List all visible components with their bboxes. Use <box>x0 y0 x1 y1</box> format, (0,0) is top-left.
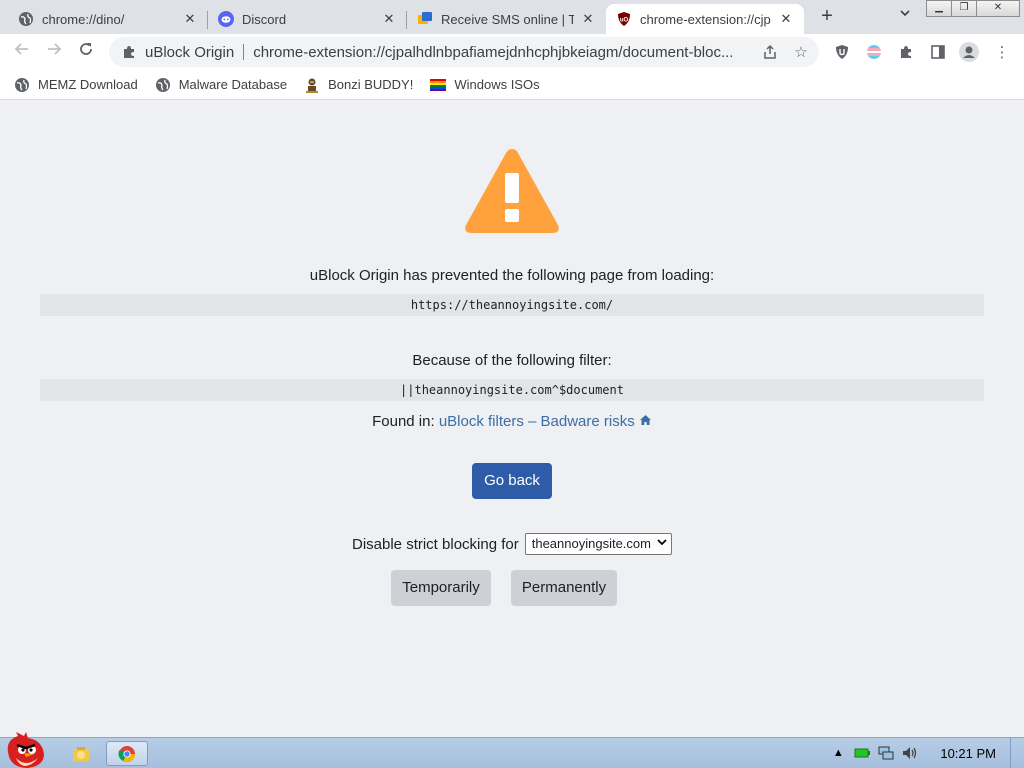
warning-triangle-icon <box>465 149 559 233</box>
tab-search-chevron-icon[interactable] <box>895 7 915 27</box>
tab-close-icon[interactable]: ✕ <box>778 11 794 27</box>
discord-icon <box>218 11 234 27</box>
disable-strict-label: Disable strict blocking for <box>352 535 519 553</box>
chrome-icon <box>118 745 136 762</box>
network-icon[interactable] <box>876 743 896 763</box>
file-explorer-icon[interactable] <box>70 741 92 766</box>
omnibox-divider <box>243 44 245 60</box>
strict-domain-selected: theannoyingsite.com <box>531 536 651 551</box>
tab-close-icon[interactable]: ✕ <box>182 11 198 27</box>
bookmark-label: MEMZ Download <box>38 77 138 92</box>
filter-value: ||theannoyingsite.com^$document <box>40 379 984 401</box>
svg-text:uO: uO <box>620 18 629 24</box>
tab-close-icon[interactable]: ✕ <box>381 11 397 27</box>
window-controls: ▁ ❐ ✕ <box>926 0 1020 17</box>
filter-heading: Because of the following filter: <box>412 352 612 369</box>
temporarily-button[interactable]: Temporarily <box>391 570 491 606</box>
tab-receive-sms[interactable]: Receive SMS online | Te ✕ <box>407 4 606 34</box>
blocked-url: https://theannoyingsite.com/ <box>40 294 984 316</box>
close-window-button[interactable]: ✕ <box>976 0 1020 17</box>
omnibox-url[interactable]: chrome-extension://cjpalhdlnbpafiamejdnh… <box>253 44 753 61</box>
show-hidden-icons-icon[interactable]: ▲ <box>828 743 848 763</box>
bookmark-label: Malware Database <box>178 77 288 92</box>
restore-button[interactable]: ❐ <box>951 0 977 17</box>
tab-dino[interactable]: chrome://dino/ ✕ <box>8 4 208 34</box>
chevron-down-icon <box>657 534 667 554</box>
battery-icon[interactable] <box>852 743 872 763</box>
new-tab-button[interactable]: + <box>815 5 839 29</box>
tab-strip: chrome://dino/ ✕ Discord ✕ Receive SMS o… <box>0 0 1024 34</box>
bookmarks-bar: MEMZ Download Malware Database Bonzi BUD… <box>0 70 1024 100</box>
tab-close-icon[interactable]: ✕ <box>580 11 596 27</box>
show-desktop-button[interactable] <box>1010 738 1024 768</box>
forward-button[interactable] <box>43 41 65 63</box>
sms-icon <box>417 11 433 27</box>
home-icon[interactable] <box>639 413 652 430</box>
share-icon[interactable] <box>761 44 779 62</box>
profile-avatar-icon[interactable] <box>959 42 979 62</box>
puzzle-icon <box>121 44 137 60</box>
volume-icon[interactable] <box>900 743 920 763</box>
tab-title: Receive SMS online | Te <box>441 11 574 27</box>
go-back-button[interactable]: Go back <box>472 463 552 499</box>
globe-icon <box>14 77 30 93</box>
start-angry-bird-icon[interactable] <box>2 732 50 768</box>
chrome-taskbar-button[interactable] <box>106 741 148 766</box>
back-button[interactable] <box>11 41 33 63</box>
found-in-label: Found in: <box>372 413 435 430</box>
bookmark-star-icon[interactable]: ☆ <box>792 44 810 62</box>
blocked-page-content: uBlock Origin has prevented the followin… <box>0 101 1024 737</box>
ublock-extension-icon[interactable] <box>832 42 852 62</box>
extensions-puzzle-icon[interactable] <box>896 42 916 62</box>
reload-button[interactable] <box>75 41 97 63</box>
found-in-line: Found in: uBlock filters – Badware risks <box>0 413 1024 430</box>
bookmark-label: Bonzi BUDDY! <box>328 77 414 92</box>
bookmark-bonzi-buddy[interactable]: Bonzi BUDDY! <box>304 77 413 93</box>
system-tray: ▲ 10:21 PM <box>828 738 1024 768</box>
tab-title: chrome-extension://cjp <box>640 11 771 27</box>
permanently-button[interactable]: Permanently <box>511 570 617 606</box>
rainbow-flag-icon <box>430 77 447 93</box>
tab-title: Discord <box>242 11 287 27</box>
side-panel-icon[interactable] <box>928 42 948 62</box>
browser-toolbar: uBlock Origin chrome-extension://cjpalhd… <box>0 34 1024 70</box>
strict-domain-select[interactable]: theannoyingsite.com <box>524 533 672 555</box>
tab-ublock-active[interactable]: uO chrome-extension://cjp ✕ <box>606 4 804 34</box>
address-bar[interactable]: uBlock Origin chrome-extension://cjpalhd… <box>109 37 819 67</box>
bookmark-malware-database[interactable]: Malware Database <box>155 77 287 93</box>
taskbar-clock[interactable]: 10:21 PM <box>940 746 996 761</box>
globe-icon <box>155 77 171 93</box>
minimize-button[interactable]: ▁ <box>926 0 952 17</box>
globe-icon <box>18 11 34 27</box>
bookmark-memz-download[interactable]: MEMZ Download <box>14 77 138 93</box>
prevented-message: uBlock Origin has prevented the followin… <box>309 267 715 284</box>
windows-taskbar: ▲ 10:21 PM <box>0 732 1024 768</box>
omnibox-extension-name: uBlock Origin <box>145 43 235 61</box>
menu-kebab-icon[interactable]: ⋮ <box>992 42 1012 62</box>
bonzi-icon <box>304 77 320 93</box>
trans-flag-extension-icon[interactable] <box>864 42 884 62</box>
tab-discord[interactable]: Discord ✕ <box>208 4 407 34</box>
bookmark-windows-isos[interactable]: Windows ISOs <box>430 77 540 93</box>
tab-title: chrome://dino/ <box>42 11 125 27</box>
disable-strict-row: Disable strict blocking for theannoyings… <box>0 533 1024 555</box>
filter-list-link[interactable]: uBlock filters – Badware risks <box>439 413 652 430</box>
ublock-icon: uO <box>616 11 632 27</box>
bookmark-label: Windows ISOs <box>454 77 540 92</box>
filter-list-link-text: uBlock filters – Badware risks <box>438 413 635 430</box>
